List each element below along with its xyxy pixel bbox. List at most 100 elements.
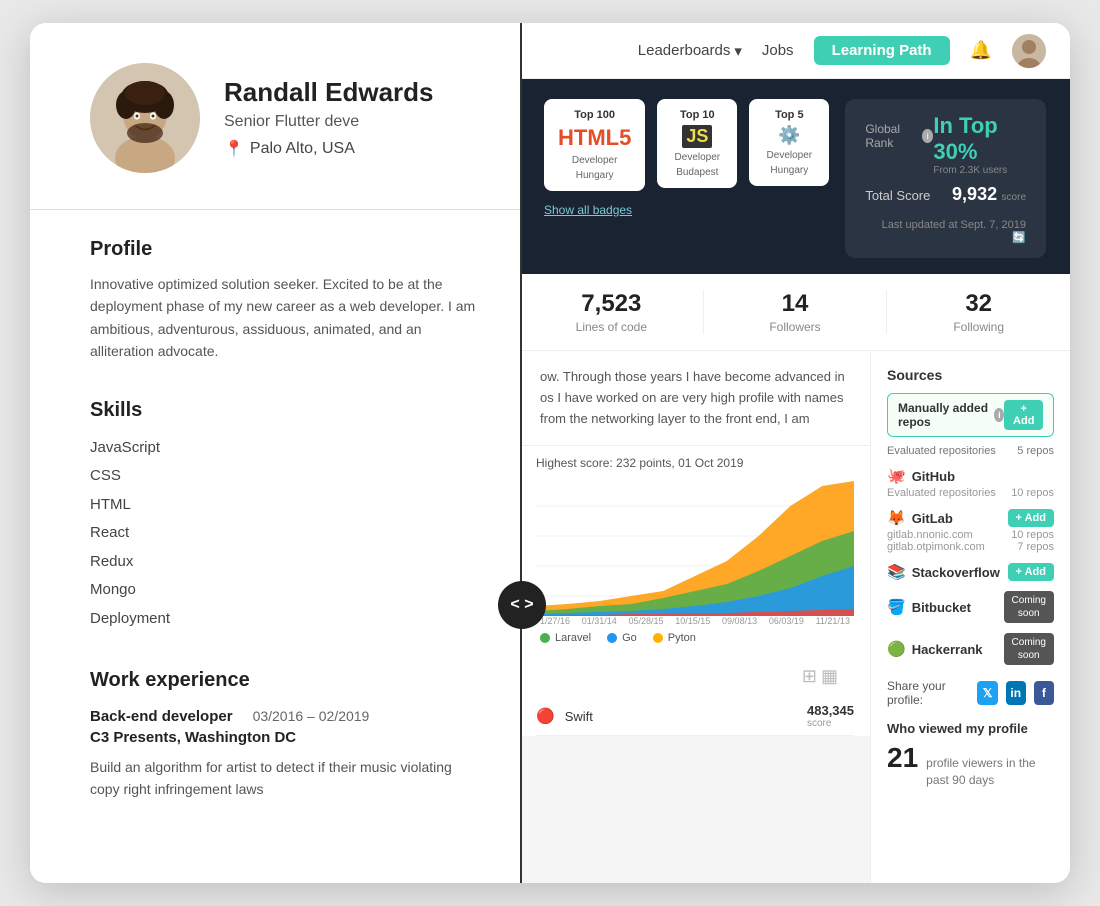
- legend-dot-pyton: [653, 633, 663, 643]
- badge-top5: Top 5 ⚙️ Developer Hungary: [749, 99, 829, 186]
- learning-path-label: Learning Path: [832, 42, 932, 59]
- job-header: Back-end developer 03/2016 – 02/2019: [90, 708, 480, 725]
- job-company: C3 Presents, Washington DC: [90, 729, 480, 746]
- score-section: ⊞ ▦ 🔴 Swift 483,345 score: [520, 656, 870, 736]
- badges-row: Top 100 HTML5 Developer Hungary Top 10 J…: [544, 99, 829, 191]
- chart-legend: Laravel Go Pyton: [536, 626, 854, 650]
- list-item: Mongo: [90, 576, 480, 605]
- facebook-share-button[interactable]: f: [1034, 681, 1054, 705]
- badge-top5-sublabel: Developer: [767, 150, 813, 161]
- global-rank-label: Global Rank i: [865, 122, 933, 150]
- profile-description: Innovative optimized solution seeker. Ex…: [90, 273, 480, 363]
- x-label-7: 11/21/13: [816, 616, 850, 626]
- skills-section-title: Skills: [90, 399, 480, 422]
- list-view-icon[interactable]: ▦: [821, 666, 838, 687]
- job-dates: 03/2016 – 02/2019: [253, 708, 370, 724]
- nav-leaderboards[interactable]: Leaderboards ▾: [638, 42, 742, 60]
- bell-icon[interactable]: 🔔: [970, 40, 992, 61]
- bio-text-section: ow. Through those years I have become ad…: [520, 351, 870, 446]
- twitter-share-button[interactable]: 𝕏: [977, 681, 997, 705]
- nav-learning-path[interactable]: Learning Path: [814, 36, 950, 65]
- score-row-swift: 🔴 Swift 483,345 score: [536, 697, 854, 736]
- location-icon: 📍: [224, 139, 244, 159]
- gitlab-repos1: 10 repos: [1011, 529, 1054, 541]
- gitlab-sub1: gitlab.nnonic.com: [887, 529, 973, 541]
- source-hackerrank: 🟢 Hackerrank Comingsoon: [887, 633, 1054, 665]
- evaluated-label: Evaluated repositories: [887, 445, 996, 457]
- nav-bar: Leaderboards ▾ Jobs Learning Path 🔔: [520, 23, 1070, 79]
- github-icon: 🐙: [887, 467, 906, 485]
- left-panel: Randall Edwards Senior Flutter deve 📍 Pa…: [30, 23, 520, 883]
- js-icon: JS: [682, 125, 712, 148]
- x-label-3: 05/28/15: [629, 616, 664, 626]
- grid-icons: ⊞ ▦: [536, 656, 854, 697]
- add-stackoverflow-button[interactable]: + Add: [1008, 563, 1054, 581]
- total-score-value: 9,932: [952, 184, 997, 204]
- x-label-1: 1/27/16: [540, 616, 570, 626]
- global-rank-text: Global Rank: [865, 122, 918, 150]
- linkedin-share-button[interactable]: in: [1006, 681, 1026, 705]
- stat-followers: 14 Followers: [704, 290, 888, 334]
- in-top-wrapper: In Top 30% From 2.3K users: [933, 113, 1026, 176]
- framework-icon: ⚙️: [778, 125, 800, 146]
- viewers-text: profile viewers in the past 90 days: [926, 755, 1054, 789]
- following-value: 32: [887, 290, 1070, 318]
- list-item: React: [90, 519, 480, 548]
- nav-avatar[interactable]: [1012, 34, 1046, 68]
- last-updated-text: Last updated at Sept. 7, 2019 🔄: [865, 219, 1026, 244]
- refresh-icon[interactable]: 🔄: [1012, 232, 1026, 244]
- score-value-wrap: 9,932 score: [952, 184, 1026, 205]
- right-panel: Leaderboards ▾ Jobs Learning Path 🔔: [520, 23, 1070, 883]
- legend-go: Go: [607, 632, 637, 644]
- center-content: ow. Through those years I have become ad…: [520, 351, 870, 883]
- stats-row: 7,523 Lines of code 14 Followers 32 Foll…: [520, 274, 1070, 351]
- share-row: Share your profile: 𝕏 in f: [887, 679, 1054, 707]
- from-users-label: From 2.3K users: [933, 165, 1026, 176]
- profile-header: Randall Edwards Senior Flutter deve 📍 Pa…: [90, 63, 480, 173]
- rank-score-row: Total Score 9,932 score: [865, 184, 1026, 205]
- github-label: GitHub: [912, 469, 955, 484]
- info-icon-manual: i: [994, 408, 1004, 422]
- bitbucket-coming-soon[interactable]: Comingsoon: [1004, 591, 1054, 623]
- github-repos-count: 10 repos: [1011, 487, 1054, 499]
- show-all-badges-link[interactable]: Show all badges: [544, 203, 829, 217]
- main-container: < >: [30, 23, 1070, 883]
- list-item: Redux: [90, 548, 480, 577]
- legend-dot-laravel: [540, 633, 550, 643]
- stat-lines-of-code: 7,523 Lines of code: [520, 290, 704, 334]
- followers-label: Followers: [704, 320, 887, 334]
- list-item: Deployment: [90, 605, 480, 634]
- badge-top5-label: Top 5: [775, 109, 804, 121]
- jobs-label: Jobs: [762, 42, 794, 59]
- evaluated-repos-row: Evaluated repositories 5 repos: [887, 445, 1054, 457]
- toggle-button[interactable]: < >: [498, 581, 546, 629]
- rank-top-row: Global Rank i In Top 30% From 2.3K users: [865, 113, 1026, 176]
- add-manual-button[interactable]: + Add: [1004, 400, 1043, 430]
- hackerrank-coming-soon[interactable]: Comingsoon: [1004, 633, 1054, 665]
- source-gitlab-header: 🦊 GitLab + Add: [887, 509, 1054, 527]
- swift-icon: 🔴: [536, 707, 555, 725]
- last-updated-label: Last updated at Sept. 7, 2019: [882, 219, 1026, 231]
- chart-score-label: Highest score: 232 points, 01 Oct 2019: [536, 456, 854, 470]
- add-gitlab-button[interactable]: + Add: [1008, 509, 1054, 527]
- nav-jobs[interactable]: Jobs: [762, 42, 794, 59]
- gitlab-repos2: 7 repos: [1017, 541, 1054, 553]
- chart-svg: [536, 476, 854, 616]
- html5-icon: HTML5: [558, 125, 631, 151]
- badge-top10-location: Budapest: [676, 167, 718, 178]
- grid-view-icon[interactable]: ⊞: [802, 666, 817, 687]
- job-description: Build an algorithm for artist to detect …: [90, 756, 480, 801]
- location-text: Palo Alto, USA: [250, 140, 355, 158]
- gitlab-name-row: 🦊 GitLab: [887, 509, 953, 527]
- badge-top100-location: Hungary: [576, 170, 614, 181]
- github-name-row: 🐙 GitHub: [887, 467, 955, 485]
- badge-top10: Top 10 JS Developer Budapest: [657, 99, 737, 188]
- score-sub-label: score: [1002, 192, 1026, 203]
- share-label: Share your profile:: [887, 679, 969, 707]
- so-name-row: 📚 Stackoverflow: [887, 563, 1000, 581]
- work-exp-title: Work experience: [90, 669, 480, 692]
- skills-list: JavaScript CSS HTML React Redux Mongo De…: [90, 434, 480, 634]
- gitlab-icon: 🦊: [887, 509, 906, 527]
- avatar: [90, 63, 200, 173]
- chart-area: Highest score: 232 points, 01 Oct 2019: [520, 446, 870, 656]
